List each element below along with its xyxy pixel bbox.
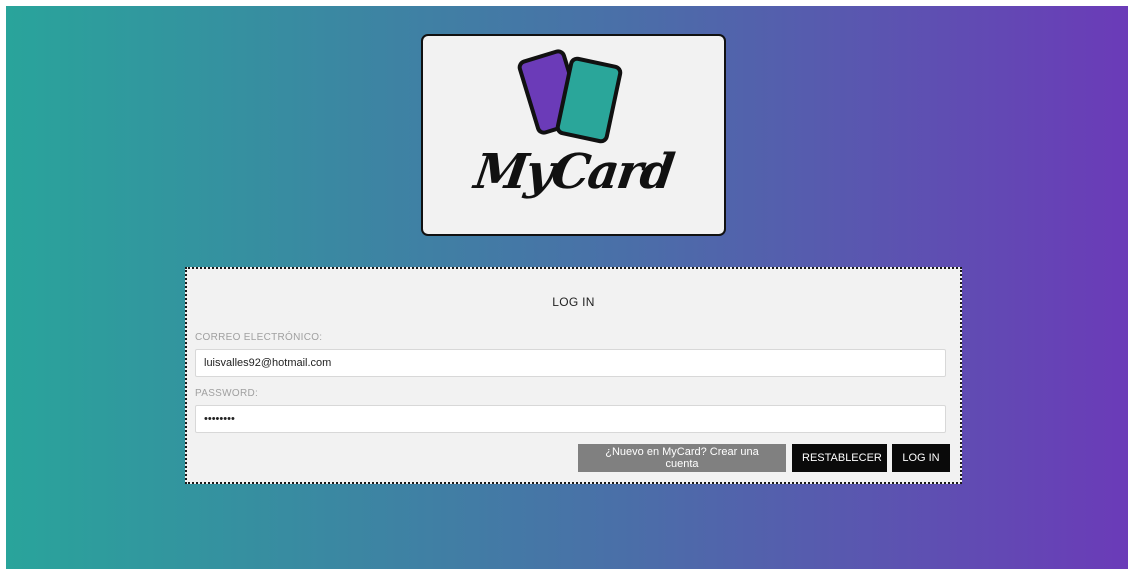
panel-title: LOG IN [552, 295, 595, 309]
reset-button[interactable]: RESTABLECER [792, 444, 887, 472]
email-field[interactable] [195, 349, 946, 377]
gradient-background: MyCard LOG IN CORREO ELECTRÓNICO: PASSWO… [6, 6, 1128, 569]
brand-name: MyCard [470, 144, 677, 200]
cards-icon [517, 49, 623, 144]
password-label: PASSWORD: [195, 388, 259, 399]
login-panel: LOG IN CORREO ELECTRÓNICO: PASSWORD: ¿Nu… [185, 267, 962, 484]
email-label: CORREO ELECTRÓNICO: [195, 332, 323, 343]
login-button[interactable]: LOG IN [892, 444, 950, 472]
mycard-logo: MyCard [421, 34, 726, 236]
password-field[interactable] [195, 405, 946, 433]
create-account-button[interactable]: ¿Nuevo en MyCard? Crear una cuenta [578, 444, 786, 472]
